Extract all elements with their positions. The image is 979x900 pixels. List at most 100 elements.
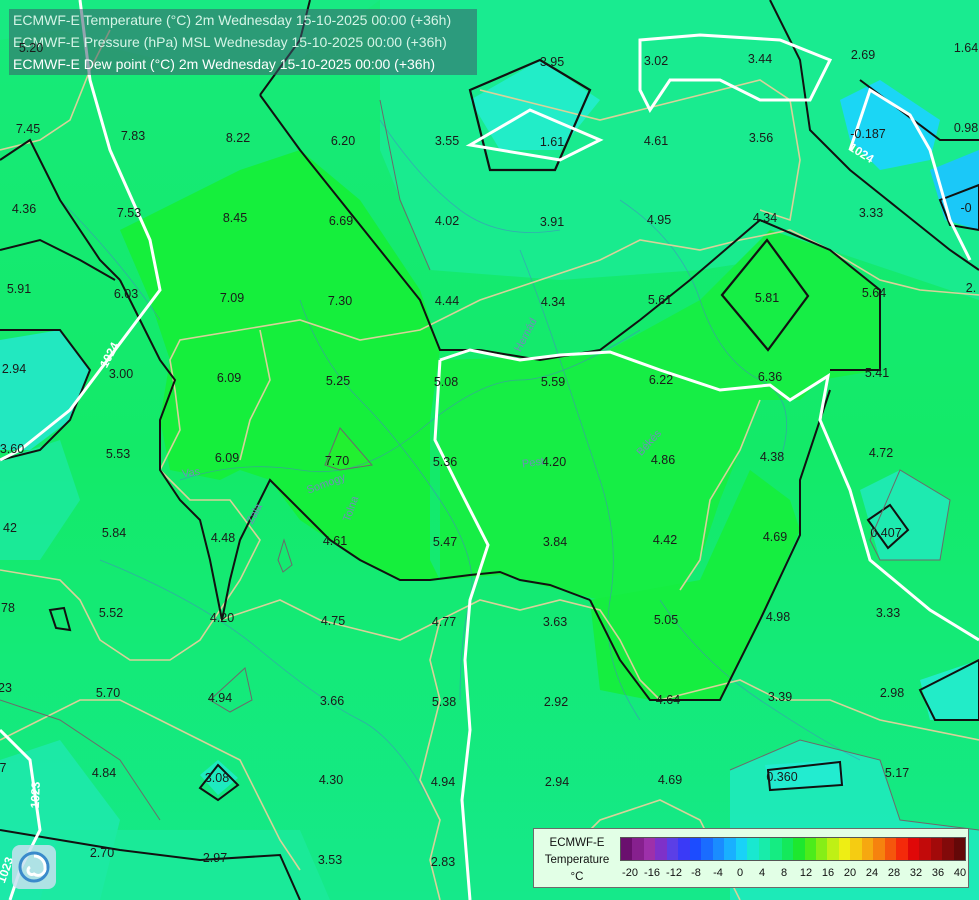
map-value-label: 1.64	[953, 41, 979, 55]
map-value-label: 2.98	[879, 686, 905, 700]
map-value-label: 4.72	[868, 446, 894, 460]
map-value-label: 4.44	[434, 294, 460, 308]
map-value-label: 5.61	[647, 293, 673, 307]
map-value-label: 4.94	[207, 691, 233, 705]
map-value-label: 8.45	[222, 211, 248, 225]
legend-tick-label: -8	[691, 867, 701, 879]
legend-tick-label: 32	[909, 867, 923, 879]
title-box: ECMWF-E Temperature (°C) 2m Wednesday 15…	[9, 9, 477, 75]
map-value-label: 23	[0, 681, 12, 695]
map-value-label: 5.91	[6, 282, 32, 296]
legend-swatch	[919, 838, 931, 860]
meteo-logo	[12, 845, 56, 889]
map-value-label: 5.38	[431, 695, 457, 709]
map-value-label: 2.69	[850, 48, 876, 62]
swirl-logo-icon	[18, 851, 50, 883]
map-value-label: 3.53	[317, 853, 343, 867]
legend-swatch	[689, 838, 702, 860]
legend-swatch	[655, 838, 667, 860]
legend-swatch	[724, 838, 736, 860]
forecast-map	[0, 0, 979, 900]
map-value-label: 3.33	[875, 606, 901, 620]
map-value-label: 4.98	[765, 610, 791, 624]
legend-tick-label: 4	[758, 867, 766, 879]
map-value-label: 4.48	[210, 531, 236, 545]
map-value-label: 4.34	[540, 295, 566, 309]
map-value-label: 4.75	[320, 614, 346, 628]
map-value-label: -0.187	[850, 127, 886, 141]
map-value-label: 3.95	[539, 55, 565, 69]
map-value-label: 3.33	[858, 206, 884, 220]
legend-tick-label: 40	[953, 867, 967, 879]
legend-swatch	[942, 838, 954, 860]
legend-tick-label: -4	[713, 867, 723, 879]
map-value-label: 5.08	[433, 375, 459, 389]
map-value-label: 7.53	[116, 206, 142, 220]
map-value-label: 4.61	[643, 134, 669, 148]
legend-swatch	[712, 838, 725, 860]
map-value-label: 6.20	[330, 134, 356, 148]
map-value-label: 4.69	[762, 530, 788, 544]
map-value-label: 3.00	[108, 367, 134, 381]
map-value-label: 2.	[965, 281, 977, 295]
map-value-label: 3.56	[748, 131, 774, 145]
map-value-label: 5.47	[432, 535, 458, 549]
legend-swatch	[735, 838, 748, 860]
map-value-label: 6.09	[214, 451, 240, 465]
map-value-label: 4.61	[322, 534, 348, 548]
map-value-label: 2.94	[544, 775, 570, 789]
map-value-label: 5.05	[653, 613, 679, 627]
title-temperature: ECMWF-E Temperature (°C) 2m Wednesday 15…	[13, 12, 452, 28]
legend-tick-label: -16	[644, 867, 660, 879]
map-value-label: 7.83	[120, 129, 146, 143]
map-value-label: 4.36	[11, 202, 37, 216]
legend-swatch	[781, 838, 794, 860]
map-value-label: 4.86	[650, 453, 676, 467]
map-value-label: 6.09	[216, 371, 242, 385]
legend-tick-label: -20	[622, 867, 638, 879]
map-value-label: 3.60	[0, 442, 25, 456]
map-value-label: 4.38	[759, 450, 785, 464]
legend-title-model: ECMWF-E	[549, 837, 605, 849]
map-value-label: 4.84	[91, 766, 117, 780]
region-label: Vas	[181, 465, 201, 481]
legend-swatch	[850, 838, 862, 860]
map-value-label: 6.36	[757, 370, 783, 384]
legend: ECMWF-E Temperature °C -20 -16 -12 -8 -4 0 4 8 1…	[533, 828, 969, 888]
map-value-label: 5.53	[105, 447, 131, 461]
legend-tick-label: 0	[736, 867, 744, 879]
title-dewpoint: ECMWF-E Dew point (°C) 2m Wednesday 15-1…	[13, 56, 436, 72]
map-value-label: 8.22	[225, 131, 251, 145]
map-value-label: 0.407	[870, 526, 902, 540]
map-value-label: 3.44	[747, 52, 773, 66]
legend-tick-label: 8	[780, 867, 788, 879]
map-value-label: 5.84	[101, 526, 127, 540]
legend-tick-label: 12	[799, 867, 813, 879]
legend-swatch	[701, 838, 713, 860]
legend-swatch	[632, 838, 644, 860]
map-value-label: 5.20	[18, 41, 44, 55]
legend-tick-label: 16	[821, 867, 835, 879]
map-value-label: 2.92	[543, 695, 569, 709]
map-value-label: 3.66	[319, 694, 345, 708]
legend-swatch	[678, 838, 690, 860]
map-value-label: 4.30	[318, 773, 344, 787]
map-value-label: 4.34	[752, 211, 778, 225]
legend-swatch	[827, 838, 839, 860]
legend-color-bar	[620, 837, 966, 861]
map-value-label: 4.69	[657, 773, 683, 787]
legend-swatch	[861, 838, 874, 860]
map-value-label: 3.39	[767, 690, 793, 704]
legend-title-variable: Temperature	[544, 854, 610, 866]
legend-swatch	[896, 838, 908, 860]
map-value-label: 1.61	[539, 135, 565, 149]
map-value-label: 5.64	[861, 286, 887, 300]
map-value-label: 0.360	[766, 770, 798, 784]
map-value-label: 5.52	[98, 606, 124, 620]
map-value-label: 2.94	[1, 362, 27, 376]
map-value-label: 7	[0, 761, 7, 775]
map-value-label: 7.70	[324, 454, 350, 468]
map-value-label: 3.55	[434, 134, 460, 148]
map-value-label: 2.70	[89, 846, 115, 860]
legend-swatch	[770, 838, 782, 860]
